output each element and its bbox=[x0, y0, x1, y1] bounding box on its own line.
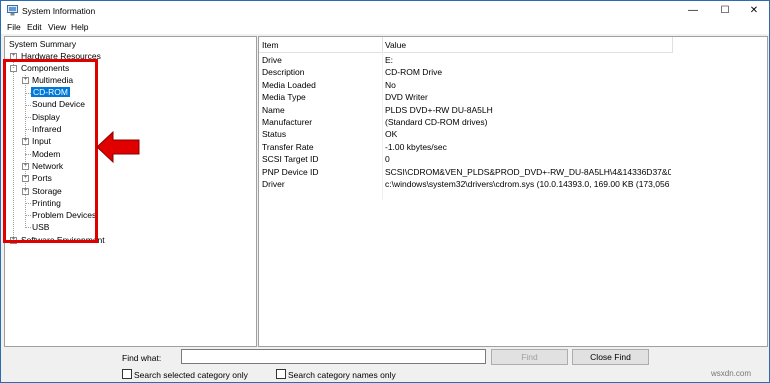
annotation-highlight-box bbox=[3, 59, 98, 243]
table-row[interactable]: Media Type DVD Writer bbox=[259, 91, 673, 103]
cell-item: Media Loaded bbox=[262, 79, 316, 90]
cell-item: SCSI Target ID bbox=[262, 154, 319, 165]
maximize-button[interactable]: ☐ bbox=[710, 1, 740, 21]
find-bar: Find what: Find Close Find Search select… bbox=[1, 346, 769, 382]
find-what-input[interactable] bbox=[181, 349, 486, 364]
search-selected-category-label: Search selected category only bbox=[134, 370, 248, 380]
find-button[interactable]: Find bbox=[491, 349, 568, 365]
cell-value: c:\windows\system32\drivers\cdrom.sys (1… bbox=[385, 179, 671, 189]
table-row[interactable]: Drive E: bbox=[259, 54, 673, 66]
cell-value: -1.00 kbytes/sec bbox=[385, 141, 447, 152]
table-row[interactable]: SCSI Target ID 0 bbox=[259, 153, 673, 165]
table-row[interactable]: Name PLDS DVD+-RW DU-8A5LH bbox=[259, 104, 673, 116]
close-find-button[interactable]: Close Find bbox=[572, 349, 649, 365]
tree-item-system-summary[interactable]: System Summary bbox=[9, 38, 76, 50]
table-row[interactable]: Description CD-ROM Drive bbox=[259, 66, 673, 78]
search-selected-category-checkbox[interactable] bbox=[122, 369, 132, 379]
cell-value: No bbox=[385, 79, 396, 90]
grid-header: Item Value bbox=[259, 37, 673, 53]
cell-item: Name bbox=[262, 104, 285, 115]
table-row[interactable]: Driver c:\windows\system32\drivers\cdrom… bbox=[259, 178, 673, 190]
cell-value: OK bbox=[385, 129, 398, 140]
cell-value: SCSI\CDROM&VEN_PLDS&PROD_DVD+-RW_DU-8A5L… bbox=[385, 166, 671, 177]
table-row[interactable]: Manufacturer (Standard CD-ROM drives) bbox=[259, 116, 673, 128]
menu-bar: File Edit View Help bbox=[1, 21, 769, 34]
cell-value: CD-ROM Drive bbox=[385, 67, 443, 78]
cell-value: PLDS DVD+-RW DU-8A5LH bbox=[385, 104, 493, 115]
close-button[interactable]: ✕ bbox=[739, 1, 769, 21]
watermark: wsxdn.com bbox=[711, 369, 752, 378]
menu-file[interactable]: File bbox=[7, 22, 21, 32]
cell-item: Drive bbox=[262, 55, 282, 65]
title-bar: System Information — ☐ ✕ bbox=[1, 1, 769, 21]
cell-value: (Standard CD-ROM drives) bbox=[385, 117, 488, 127]
column-separator[interactable] bbox=[382, 37, 383, 52]
cell-item: Description bbox=[262, 67, 305, 78]
find-what-label: Find what: bbox=[122, 353, 162, 363]
window-title: System Information bbox=[22, 6, 96, 16]
table-row[interactable]: Media Loaded No bbox=[259, 79, 673, 91]
table-row[interactable]: PNP Device ID SCSI\CDROM&VEN_PLDS&PROD_D… bbox=[259, 166, 673, 178]
tree-item-label: System Summary bbox=[9, 39, 77, 49]
column-header-item[interactable]: Item bbox=[262, 40, 279, 50]
menu-edit[interactable]: Edit bbox=[27, 22, 42, 32]
table-row[interactable]: Status OK bbox=[259, 128, 673, 140]
cell-value: DVD Writer bbox=[385, 92, 428, 103]
cell-value: 0 bbox=[385, 154, 390, 165]
cell-value: E: bbox=[385, 55, 394, 65]
details-grid[interactable]: Item Value Drive E: Description CD-ROM D… bbox=[258, 36, 768, 347]
search-category-names-checkbox[interactable] bbox=[276, 369, 286, 379]
cell-item: Status bbox=[262, 129, 287, 140]
minimize-button[interactable]: — bbox=[678, 1, 708, 21]
search-selected-category-option[interactable]: Search selected category only bbox=[122, 369, 248, 380]
search-category-names-label: Search category names only bbox=[288, 370, 396, 380]
table-row[interactable]: Transfer Rate -1.00 kbytes/sec bbox=[259, 141, 673, 153]
column-header-value[interactable]: Value bbox=[385, 40, 406, 50]
cell-item: PNP Device ID bbox=[262, 166, 319, 177]
cell-item: Transfer Rate bbox=[262, 141, 314, 152]
column-separator[interactable] bbox=[672, 37, 673, 52]
menu-view[interactable]: View bbox=[48, 22, 66, 32]
cell-item: Manufacturer bbox=[262, 117, 313, 127]
window-frame: System Information — ☐ ✕ File Edit View … bbox=[0, 0, 770, 383]
cell-item: Media Type bbox=[262, 92, 306, 103]
red-arrow-left-icon bbox=[96, 131, 140, 163]
system-information-app-icon bbox=[7, 5, 18, 16]
menu-help[interactable]: Help bbox=[71, 22, 88, 32]
search-category-names-option[interactable]: Search category names only bbox=[276, 369, 396, 380]
cell-item: Driver bbox=[262, 179, 285, 189]
